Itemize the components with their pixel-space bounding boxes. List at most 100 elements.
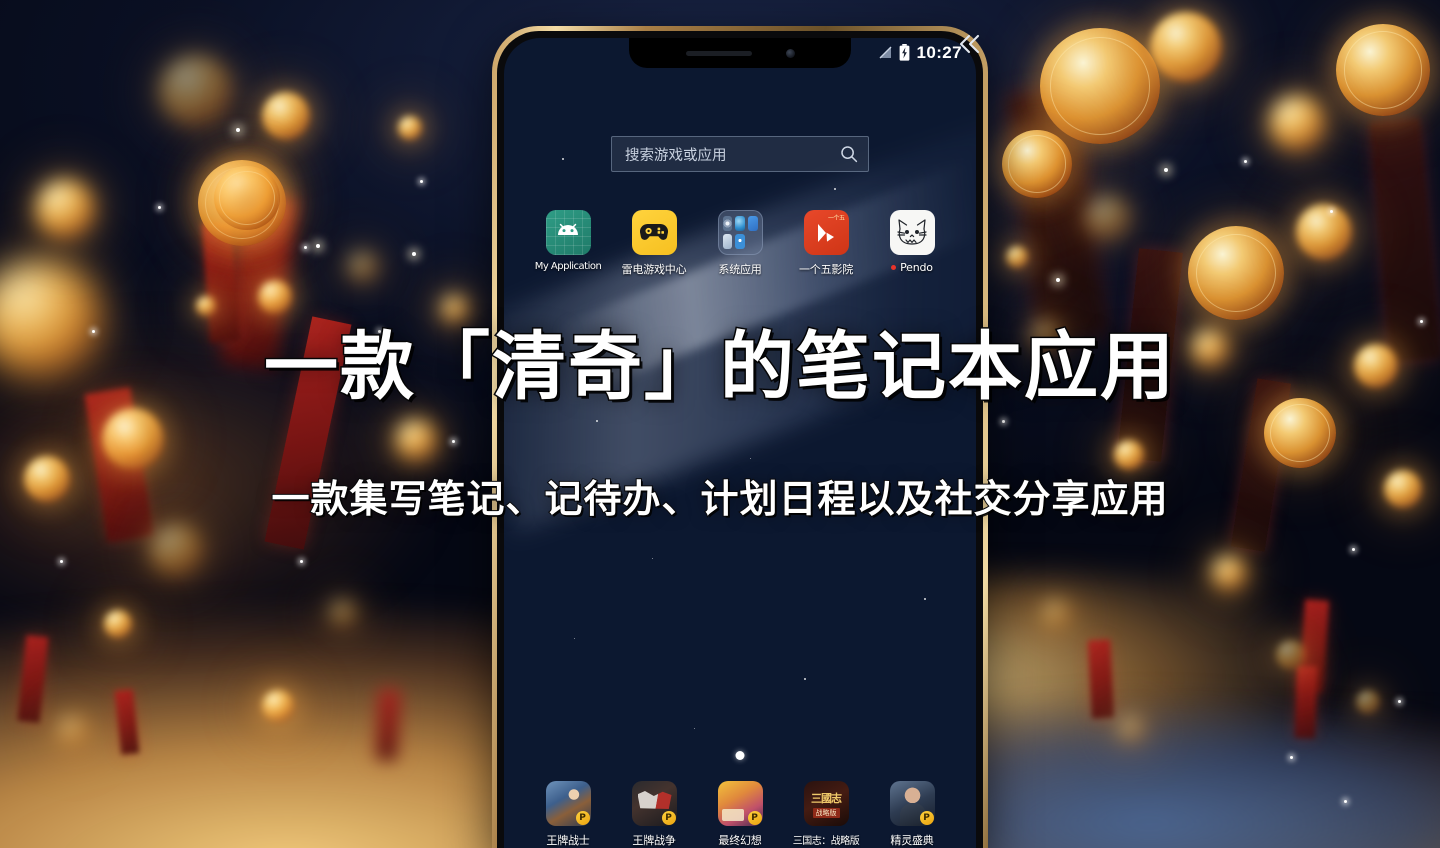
mini-gallery-icon — [722, 234, 733, 249]
app-yigewu-cinema[interactable]: 一个五 一个五影院 — [794, 210, 858, 277]
search-icon[interactable] — [840, 145, 858, 163]
background-sparkle — [1398, 700, 1401, 703]
background-lantern — [398, 116, 422, 140]
app-label: 王牌战争 — [632, 834, 676, 847]
background-sparkle — [1244, 160, 1247, 163]
app-label: 最终幻想 — [718, 834, 762, 847]
app-label: 精灵盛典 — [890, 834, 934, 847]
background-banner — [1087, 639, 1115, 719]
phone-device-frame: 10:27 搜索游戏或应用 My Application 雷电游戏中心 系统应用… — [492, 26, 988, 848]
background-sparkle — [304, 246, 307, 249]
background-lantern — [258, 280, 292, 314]
background-sparkle — [1352, 548, 1355, 551]
app-wangpai-zhanzheng[interactable]: P 王牌战争 — [622, 781, 686, 848]
wallpaper-star — [562, 158, 564, 160]
play-triangle-icon[interactable]: 一个五 — [803, 210, 849, 255]
background-lantern — [442, 296, 468, 322]
background-lantern — [348, 252, 378, 282]
promo-subtitle: 一款集写笔记、记待办、计划日程以及社交分享应用 — [270, 476, 1169, 521]
background-lantern — [104, 610, 132, 638]
app-system-apps-folder[interactable]: 系统应用 — [708, 210, 772, 277]
android-robot-icon[interactable] — [545, 210, 591, 255]
background-lantern — [1086, 196, 1130, 240]
wallpaper-star — [924, 598, 926, 600]
app-label: Pendo — [900, 261, 933, 274]
game-artwork-icon[interactable]: P — [631, 781, 677, 826]
app-my-application[interactable]: My Application — [534, 210, 602, 277]
background-sparkle — [1164, 168, 1168, 172]
collapse-sidebar-button[interactable] — [952, 28, 988, 60]
background-lantern — [150, 524, 202, 576]
background-sparkle — [412, 252, 416, 256]
earpiece-speaker — [685, 50, 752, 56]
background-lantern — [58, 716, 88, 746]
background-lantern — [1264, 398, 1336, 468]
app-leidian-game-center[interactable]: 雷电游戏中心 — [621, 210, 687, 277]
game-artwork-icon[interactable]: P — [545, 781, 591, 826]
notification-dot-badge — [891, 265, 897, 270]
background-sparkle — [420, 180, 423, 183]
app-sanguozhi-strategy[interactable]: 三國志 战略版 三国志：战略版 — [793, 781, 860, 848]
home-app-grid: My Application 雷电游戏中心 系统应用 一个五 一个五影院 Pen… — [504, 210, 976, 277]
background-lantern — [1042, 600, 1070, 628]
screenshot-root: 10:27 搜索游戏或应用 My Application 雷电游戏中心 系统应用… — [0, 0, 1440, 848]
background-lantern — [1040, 28, 1160, 144]
background-lantern — [262, 92, 310, 140]
background-lantern — [1336, 24, 1430, 116]
mini-globe-icon — [735, 216, 745, 231]
background-lantern — [160, 56, 232, 126]
background-lantern — [102, 408, 164, 470]
background-lantern — [396, 420, 436, 460]
app-jingling-shengdian[interactable]: P 精灵盛典 — [880, 781, 944, 848]
icon-corner-text: 一个五 — [827, 215, 845, 222]
background-sparkle — [452, 440, 455, 443]
app-label: 王牌战士 — [546, 834, 590, 847]
app-label: My Application — [534, 261, 602, 272]
background-sparkle — [316, 244, 320, 248]
background-sparkle — [158, 206, 161, 209]
background-lantern — [1270, 96, 1324, 150]
game-artwork-icon[interactable]: P — [889, 781, 935, 826]
app-wangpai-zhanshi[interactable]: P 王牌战士 — [536, 781, 600, 848]
cat-icon[interactable] — [889, 210, 935, 255]
background-lantern — [1118, 716, 1144, 742]
background-lantern — [1296, 204, 1352, 260]
search-input[interactable]: 搜索游戏或应用 — [611, 136, 869, 172]
app-label: 雷电游戏中心 — [621, 263, 687, 276]
wallpaper-star — [750, 458, 751, 459]
background-lantern — [224, 178, 258, 212]
background-lantern — [1006, 246, 1028, 268]
app-label: 系统应用 — [718, 263, 762, 276]
phone-bezel-inner: 10:27 搜索游戏或应用 My Application 雷电游戏中心 系统应用… — [497, 31, 983, 848]
background-sparkle — [60, 560, 63, 563]
background-lantern — [1276, 640, 1306, 670]
platform-badge: P — [575, 811, 590, 825]
background-sparkle — [1056, 278, 1060, 282]
chevron-double-left-icon[interactable] — [957, 33, 983, 55]
app-final-fantasy[interactable]: P 最终幻想 — [708, 781, 772, 848]
background-sparkle — [1344, 800, 1347, 803]
background-sparkle — [300, 560, 303, 563]
game-artwork-icon[interactable]: 三國志 战略版 — [803, 781, 849, 826]
page-indicator-dot[interactable] — [735, 751, 745, 760]
background-lantern — [1150, 12, 1222, 82]
background-lantern — [1114, 440, 1144, 470]
background-lantern — [196, 296, 216, 316]
phone-notch — [629, 38, 851, 68]
game-artwork-icon[interactable]: P — [717, 781, 763, 826]
background-sparkle — [1002, 420, 1005, 423]
background-lantern — [1356, 690, 1380, 714]
app-pendo[interactable]: Pendo — [880, 210, 944, 277]
battery-charging-icon — [899, 44, 909, 61]
icon-title-bottom: 战略版 — [812, 807, 840, 818]
platform-badge: P — [919, 811, 934, 825]
background-lantern — [262, 690, 294, 722]
mini-app-icon — [747, 216, 758, 231]
folder-icon[interactable] — [717, 210, 763, 255]
no-signal-icon — [879, 46, 892, 59]
wallpaper-star — [574, 638, 575, 639]
background-sparkle — [1420, 320, 1423, 323]
phone-screen: 10:27 搜索游戏或应用 My Application 雷电游戏中心 系统应用… — [504, 38, 976, 848]
gamepad-icon[interactable] — [631, 210, 677, 255]
wallpaper-star — [596, 420, 598, 422]
